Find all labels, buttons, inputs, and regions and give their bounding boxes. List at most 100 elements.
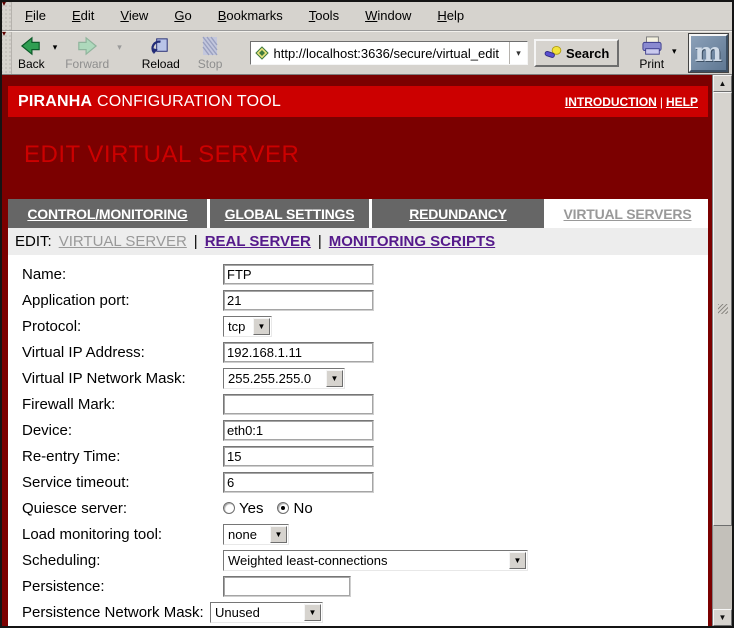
quiesce-yes-radio[interactable]: Yes — [223, 500, 263, 517]
chevron-down-icon: ▼ — [509, 552, 526, 569]
header-link-separator: | — [657, 95, 666, 109]
mozilla-throbber-logo[interactable]: m — [689, 34, 728, 72]
persistence-label: Persistence: — [22, 578, 223, 595]
form-row: Scheduling: Weighted least-connections ▼ — [8, 547, 708, 573]
tab-global-settings[interactable]: GLOBAL SETTINGS — [210, 199, 369, 228]
menu-edit[interactable]: Edit — [59, 2, 107, 30]
search-icon — [544, 46, 562, 60]
page-body: PIRANHA CONFIGURATION TOOL INTRODUCTION|… — [2, 75, 712, 626]
application-port-label: Application port: — [22, 292, 223, 309]
application-port-field[interactable] — [223, 290, 374, 311]
back-dropdown-icon[interactable]: ▾ — [51, 42, 60, 53]
protocol-select[interactable]: tcp ▼ — [223, 316, 272, 337]
service-timeout-label: Service timeout: — [22, 474, 223, 491]
virtual-ip-network-mask-label: Virtual IP Network Mask: — [22, 370, 223, 387]
subnav-separator: | — [194, 233, 198, 250]
form-row: Service timeout: — [8, 469, 708, 495]
form-row: Re-entry Time: — [8, 443, 708, 469]
form-row: Quiesce server: Yes No — [8, 495, 708, 521]
subnav-prefix: EDIT: — [15, 233, 52, 250]
virtual-ip-address-field[interactable] — [223, 342, 374, 363]
form-row: Persistence Network Mask: Unused ▼ — [8, 599, 708, 625]
chevron-down-icon: ▼ — [326, 370, 343, 387]
chevron-down-icon: ▼ — [253, 318, 270, 335]
name-field[interactable] — [223, 264, 374, 285]
virtual-server-current: VIRTUAL SERVER — [59, 233, 187, 250]
page-proxy-icon[interactable] — [251, 46, 273, 60]
form-row: Device: — [8, 417, 708, 443]
quiesce-server-radio-group: Yes No — [223, 500, 321, 517]
stop-button[interactable]: Stop — [192, 32, 229, 74]
load-monitoring-tool-select[interactable]: none ▼ — [223, 524, 289, 545]
url-history-dropdown-icon[interactable]: ▾ — [509, 42, 527, 64]
navigation-toolbar: Back ▾ Forward ▾ Reload — [2, 31, 732, 75]
form-row: Persistence: — [8, 573, 708, 599]
form-row: Protocol: tcp ▼ — [8, 313, 708, 339]
form-row: Application port: — [8, 287, 708, 313]
scrollbar-track[interactable] — [713, 92, 732, 609]
edit-subnav: EDIT: VIRTUAL SERVER | REAL SERVER | MON… — [8, 228, 708, 255]
forward-button[interactable]: Forward — [59, 32, 115, 74]
menu-help[interactable]: Help — [424, 2, 477, 30]
print-icon — [640, 35, 664, 57]
menu-bookmarks[interactable]: Bookmarks — [205, 2, 296, 30]
menu-view[interactable]: View — [107, 2, 161, 30]
persistence-field[interactable] — [223, 576, 351, 597]
print-button[interactable]: Print — [633, 32, 670, 74]
tab-redundancy[interactable]: REDUNDANCY — [372, 199, 544, 228]
real-server-link[interactable]: REAL SERVER — [205, 233, 311, 250]
quiesce-server-label: Quiesce server: — [22, 500, 223, 517]
print-dropdown-icon[interactable]: ▾ — [670, 46, 679, 57]
tab-bar: CONTROL/MONITORING GLOBAL SETTINGS REDUN… — [8, 199, 708, 228]
form-row: Name: — [8, 261, 708, 287]
toolbar-grippy[interactable] — [2, 32, 12, 74]
forward-icon — [76, 35, 98, 57]
form-row: Firewall Mark: — [8, 391, 708, 417]
device-label: Device: — [22, 422, 223, 439]
content-panel: CONTROL/MONITORING GLOBAL SETTINGS REDUN… — [8, 199, 708, 626]
tab-control-monitoring[interactable]: CONTROL/MONITORING — [8, 199, 207, 228]
persistence-network-mask-select[interactable]: Unused ▼ — [210, 602, 323, 623]
scrollbar-thumb[interactable] — [713, 92, 732, 526]
piranha-header-bar: PIRANHA CONFIGURATION TOOL INTRODUCTION|… — [8, 86, 708, 117]
quiesce-no-radio[interactable]: No — [277, 500, 312, 517]
service-timeout-field[interactable] — [223, 472, 374, 493]
firewall-mark-field[interactable] — [223, 394, 374, 415]
menu-tools[interactable]: Tools — [296, 2, 352, 30]
scrollbar-grip-icon — [718, 304, 728, 314]
browser-window: File Edit View Go Bookmarks Tools Window… — [0, 0, 734, 628]
chevron-down-icon: ▼ — [270, 526, 287, 543]
menu-bar: File Edit View Go Bookmarks Tools Window… — [2, 2, 732, 31]
device-field[interactable] — [223, 420, 374, 441]
menu-window[interactable]: Window — [352, 2, 424, 30]
reload-icon — [150, 35, 171, 57]
scheduling-select[interactable]: Weighted least-connections ▼ — [223, 550, 528, 571]
help-link[interactable]: HELP — [666, 95, 698, 109]
form-row: Virtual IP Address: — [8, 339, 708, 365]
url-input[interactable] — [273, 43, 509, 63]
url-bar: ▾ — [250, 41, 528, 65]
forward-dropdown-icon[interactable]: ▾ — [115, 42, 124, 53]
search-button[interactable]: Search — [534, 39, 619, 67]
scroll-down-icon[interactable]: ▼ — [713, 609, 732, 626]
page-title: EDIT VIRTUAL SERVER — [24, 141, 712, 169]
scheduling-label: Scheduling: — [22, 552, 223, 569]
back-icon — [20, 35, 42, 57]
menu-file[interactable]: File — [12, 2, 59, 30]
vertical-scrollbar: ▲ ▼ — [712, 75, 732, 626]
toolbar-grippy[interactable] — [2, 2, 12, 30]
name-label: Name: — [22, 266, 223, 283]
virtual-ip-address-label: Virtual IP Address: — [22, 344, 223, 361]
reload-button[interactable]: Reload — [136, 32, 186, 74]
monitoring-scripts-link[interactable]: MONITORING SCRIPTS — [329, 233, 495, 250]
tab-virtual-servers[interactable]: VIRTUAL SERVERS — [547, 199, 708, 228]
scroll-up-icon[interactable]: ▲ — [713, 75, 732, 92]
back-button[interactable]: Back — [12, 32, 51, 74]
menu-go[interactable]: Go — [161, 2, 204, 30]
virtual-ip-network-mask-select[interactable]: 255.255.255.0 ▼ — [223, 368, 345, 389]
form-row: Load monitoring tool: none ▼ — [8, 521, 708, 547]
radio-unchecked-icon — [223, 502, 235, 514]
radio-checked-icon — [277, 502, 289, 514]
introduction-link[interactable]: INTRODUCTION — [565, 95, 657, 109]
reentry-time-field[interactable] — [223, 446, 374, 467]
